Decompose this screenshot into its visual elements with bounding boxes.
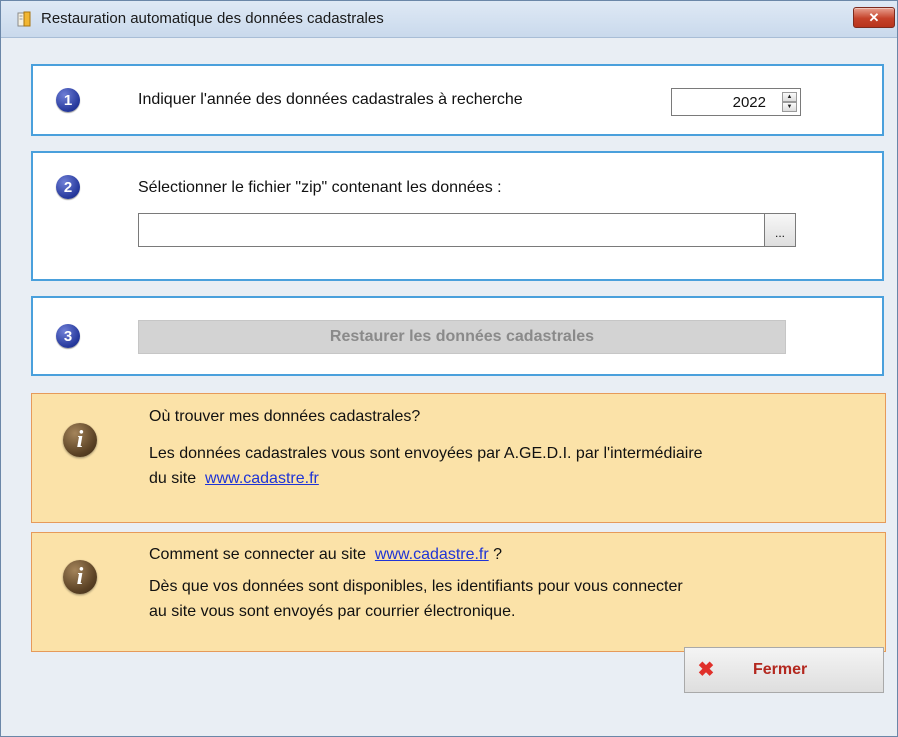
info2-line2: au site vous sont envoyés par courrier é…: [149, 603, 516, 620]
step1-label: Indiquer l'année des données cadastrales…: [138, 91, 523, 108]
step1-number-badge: 1: [56, 88, 80, 112]
info1-line1: Les données cadastrales vous sont envoyé…: [149, 445, 703, 462]
info-box-connect: i Comment se connecter au site www.cadas…: [31, 532, 886, 652]
close-icon: ✕: [868, 9, 880, 25]
browse-label: ...: [774, 226, 785, 240]
info-icon: i: [63, 423, 97, 457]
close-button[interactable]: ✖ Fermer: [684, 647, 884, 693]
info1-line2: du site www.cadastre.fr: [149, 470, 319, 488]
close-button-label: Fermer: [753, 661, 808, 678]
restore-button-label: Restaurer les données cadastrales: [329, 328, 595, 345]
title-bar[interactable]: Restauration automatique des données cad…: [1, 1, 897, 38]
dialog-content: 1 Indiquer l'année des données cadastral…: [1, 38, 897, 736]
step1-panel: 1 Indiquer l'année des données cadastral…: [31, 64, 884, 136]
spin-up-icon[interactable]: ▲: [782, 92, 797, 102]
step3-number-badge: 3: [56, 324, 80, 348]
step2-panel: 2 Sélectionner le fichier "zip" contenan…: [31, 151, 884, 281]
info-icon: i: [63, 560, 97, 594]
info1-heading: Où trouver mes données cadastrales?: [149, 408, 421, 425]
browse-button[interactable]: ...: [764, 213, 796, 247]
close-x-icon: ✖: [697, 659, 715, 681]
step2-label: Sélectionner le fichier "zip" contenant …: [138, 179, 502, 196]
year-spinner-buttons: ▲ ▼: [782, 92, 797, 112]
year-value[interactable]: 2022: [733, 94, 766, 111]
window-title: Restauration automatique des données cad…: [41, 10, 384, 27]
window-close-button[interactable]: ✕: [853, 7, 895, 28]
spin-down-icon[interactable]: ▼: [782, 102, 797, 112]
app-icon: [15, 10, 33, 28]
step3-panel: 3 Restaurer les données cadastrales: [31, 296, 884, 376]
info1-line2-prefix: du site: [149, 470, 197, 487]
dialog-window: Restauration automatique des données cad…: [0, 0, 898, 737]
info2-heading-suffix: ?: [493, 546, 503, 563]
info-box-where: i Où trouver mes données cadastrales? Le…: [31, 393, 886, 523]
cadastre-link[interactable]: www.cadastre.fr: [375, 546, 489, 563]
year-spinner[interactable]: 2022 ▲ ▼: [671, 88, 801, 116]
step2-number-badge: 2: [56, 175, 80, 199]
info2-line1: Dès que vos données sont disponibles, le…: [149, 578, 683, 595]
info2-heading-prefix: Comment se connecter au site: [149, 546, 366, 563]
zip-file-input[interactable]: [138, 213, 765, 247]
cadastre-link[interactable]: www.cadastre.fr: [205, 470, 319, 487]
info2-heading: Comment se connecter au site www.cadastr…: [149, 546, 502, 564]
restore-data-button[interactable]: Restaurer les données cadastrales: [138, 320, 786, 354]
